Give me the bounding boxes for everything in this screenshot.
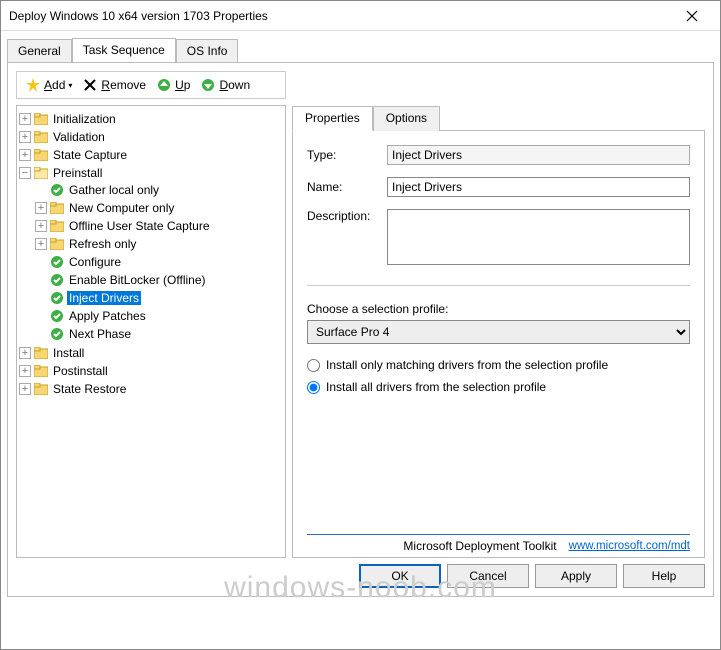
inner-tab-row: Properties Options xyxy=(292,105,705,130)
close-icon xyxy=(686,10,698,22)
radio-all-input[interactable] xyxy=(307,381,320,394)
radio-all-drivers[interactable]: Install all drivers from the selection p… xyxy=(307,380,690,394)
tab-task-sequence[interactable]: Task Sequence xyxy=(72,38,176,63)
add-label: Add xyxy=(44,78,65,92)
tree-item-next-phase[interactable]: Next Phase xyxy=(35,326,283,342)
check-icon xyxy=(49,326,65,342)
check-icon xyxy=(49,308,65,324)
brand-link[interactable]: www.microsoft.com/mdt xyxy=(569,540,690,552)
ok-button[interactable]: OK xyxy=(359,564,441,588)
task-tree[interactable]: +Initialization +Validation +State Captu… xyxy=(16,105,286,558)
up-button[interactable]: Up xyxy=(152,75,194,95)
remove-button[interactable]: Remove xyxy=(78,75,150,95)
expand-icon[interactable]: + xyxy=(35,202,47,214)
up-label: Up xyxy=(175,78,190,92)
help-button[interactable]: Help xyxy=(623,564,705,588)
down-button[interactable]: Down xyxy=(196,75,254,95)
folder-icon xyxy=(49,200,65,216)
description-field[interactable] xyxy=(387,209,690,265)
folder-icon xyxy=(49,236,65,252)
button-row: OK Cancel Apply Help xyxy=(16,564,705,588)
tree-item-gather-local-only[interactable]: Gather local only xyxy=(35,182,283,198)
tree-item-apply-patches[interactable]: Apply Patches xyxy=(35,308,283,324)
selection-profile-dropdown[interactable]: Surface Pro 4 xyxy=(307,320,690,344)
star-icon xyxy=(25,77,41,93)
remove-icon xyxy=(82,77,98,93)
type-field xyxy=(387,145,690,165)
folder-icon xyxy=(33,147,49,163)
collapse-icon[interactable]: − xyxy=(19,167,31,179)
description-label: Description: xyxy=(307,209,387,223)
name-label: Name: xyxy=(307,180,387,194)
folder-icon xyxy=(33,381,49,397)
close-button[interactable] xyxy=(672,2,712,30)
toolbar: Add ▾ Remove Up Down xyxy=(16,71,286,99)
tree-item-enable-bitlocker[interactable]: Enable BitLocker (Offline) xyxy=(35,272,283,288)
tab-general[interactable]: General xyxy=(7,39,72,63)
selection-profile-label: Choose a selection profile: xyxy=(307,302,690,316)
tree-item-inject-drivers[interactable]: Inject Drivers xyxy=(35,290,283,306)
down-label: Down xyxy=(219,78,250,92)
expand-icon[interactable]: + xyxy=(19,383,31,395)
expand-icon[interactable]: + xyxy=(19,131,31,143)
check-icon xyxy=(49,254,65,270)
expand-icon[interactable]: + xyxy=(19,347,31,359)
expand-icon[interactable]: + xyxy=(19,113,31,125)
tab-properties[interactable]: Properties xyxy=(292,106,373,131)
brand-text: Microsoft Deployment Toolkit xyxy=(403,539,556,553)
main-panel: Add ▾ Remove Up Down +Initialization xyxy=(7,62,714,597)
folder-icon xyxy=(33,129,49,145)
add-button[interactable]: Add ▾ xyxy=(21,75,76,95)
tree-item-initialization[interactable]: +Initialization xyxy=(19,111,283,127)
folder-icon xyxy=(33,363,49,379)
tree-item-state-capture[interactable]: +State Capture xyxy=(19,147,283,163)
expand-icon[interactable]: + xyxy=(35,238,47,250)
body-row: +Initialization +Validation +State Captu… xyxy=(16,105,705,558)
radio-matching-input[interactable] xyxy=(307,359,320,372)
tree-item-state-restore[interactable]: +State Restore xyxy=(19,381,283,397)
expand-icon[interactable]: + xyxy=(19,365,31,377)
main-tab-row: General Task Sequence OS Info xyxy=(1,31,720,62)
tree-item-new-computer-only[interactable]: +New Computer only xyxy=(35,200,283,216)
expand-icon[interactable]: + xyxy=(35,220,47,232)
remove-label: Remove xyxy=(101,78,146,92)
tree-item-configure[interactable]: Configure xyxy=(35,254,283,270)
type-label: Type: xyxy=(307,148,387,162)
expand-icon[interactable]: + xyxy=(19,149,31,161)
window-title: Deploy Windows 10 x64 version 1703 Prope… xyxy=(9,9,672,23)
properties-panel: Type: Name: Description: Choose a select… xyxy=(292,130,705,558)
tab-os-info[interactable]: OS Info xyxy=(176,39,239,63)
folder-icon xyxy=(49,218,65,234)
name-field[interactable] xyxy=(387,177,690,197)
radio-matching-drivers[interactable]: Install only matching drivers from the s… xyxy=(307,358,690,372)
tree-item-preinstall[interactable]: −Preinstall xyxy=(19,165,283,181)
cancel-button[interactable]: Cancel xyxy=(447,564,529,588)
arrow-down-icon xyxy=(200,77,216,93)
tab-options[interactable]: Options xyxy=(373,106,440,131)
folder-icon xyxy=(33,111,49,127)
divider xyxy=(307,285,690,286)
folder-open-icon xyxy=(33,165,49,181)
check-icon xyxy=(49,290,65,306)
tree-item-postinstall[interactable]: +Postinstall xyxy=(19,363,283,379)
dropdown-arrow-icon: ▾ xyxy=(68,81,72,90)
check-icon xyxy=(49,272,65,288)
apply-button[interactable]: Apply xyxy=(535,564,617,588)
right-pane: Properties Options Type: Name: Descripti… xyxy=(292,105,705,558)
folder-icon xyxy=(33,345,49,361)
check-icon xyxy=(49,182,65,198)
titlebar: Deploy Windows 10 x64 version 1703 Prope… xyxy=(1,1,720,31)
tree-item-refresh-only[interactable]: +Refresh only xyxy=(35,236,283,252)
arrow-up-icon xyxy=(156,77,172,93)
radio-all-label: Install all drivers from the selection p… xyxy=(326,380,546,394)
tree-item-offline-user-state-capture[interactable]: +Offline User State Capture xyxy=(35,218,283,234)
radio-matching-label: Install only matching drivers from the s… xyxy=(326,358,608,372)
tree-item-install[interactable]: +Install xyxy=(19,345,283,361)
tree-item-validation[interactable]: +Validation xyxy=(19,129,283,145)
